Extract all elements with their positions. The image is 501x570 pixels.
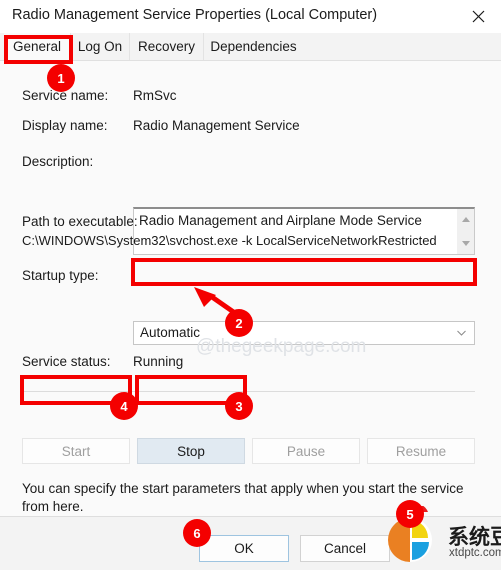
service-properties-dialog: Radio Management Service Properties (Loc… — [0, 0, 501, 570]
description-label: Description: — [22, 154, 94, 169]
tab-strip: General Log On Recovery Dependencies — [0, 33, 501, 60]
service-name-label: Service name: — [22, 88, 109, 103]
tab-log-on[interactable]: Log On — [70, 33, 129, 60]
display-name-label: Display name: — [22, 118, 108, 133]
cancel-button[interactable]: Cancel — [300, 535, 390, 562]
close-button[interactable] — [456, 0, 501, 33]
close-icon — [472, 10, 485, 23]
startup-type-value: Automatic — [140, 325, 201, 340]
ok-button[interactable]: OK — [199, 535, 289, 562]
scroll-down-icon[interactable] — [457, 235, 474, 252]
tab-dependencies[interactable]: Dependencies — [203, 33, 303, 60]
resume-button[interactable]: Resume — [367, 438, 475, 464]
path-to-executable-value: C:\WINDOWS\System32\svchost.exe -k Local… — [22, 233, 437, 248]
service-status-value: Running — [133, 354, 184, 369]
stop-button[interactable]: Stop — [137, 438, 245, 464]
startup-type-select[interactable]: Automatic — [133, 321, 475, 345]
service-name-value: RmSvc — [133, 88, 177, 103]
tab-general[interactable]: General — [4, 33, 70, 60]
title-bar: Radio Management Service Properties (Loc… — [0, 0, 501, 33]
tab-recovery[interactable]: Recovery — [129, 33, 203, 60]
service-status-label: Service status: — [22, 354, 111, 369]
page-title: Radio Management Service Properties (Loc… — [12, 7, 378, 23]
path-to-executable-label: Path to executable: — [22, 214, 138, 229]
start-button[interactable]: Start — [22, 438, 130, 464]
start-parameters-hint-line2: from here. — [22, 499, 84, 514]
chevron-down-icon — [457, 322, 466, 344]
start-parameters-hint-line1: You can specify the start parameters tha… — [22, 481, 464, 496]
display-name-value: Radio Management Service — [133, 118, 300, 133]
general-tab-panel: Service name: RmSvc Display name: Radio … — [0, 60, 501, 555]
description-value: Radio Management and Airplane Mode Servi… — [139, 213, 422, 228]
pause-button[interactable]: Pause — [252, 438, 360, 464]
scroll-up-icon[interactable] — [457, 211, 474, 228]
section-divider — [22, 391, 475, 392]
description-scrollbar[interactable] — [457, 209, 474, 254]
startup-type-label: Startup type: — [22, 268, 99, 283]
